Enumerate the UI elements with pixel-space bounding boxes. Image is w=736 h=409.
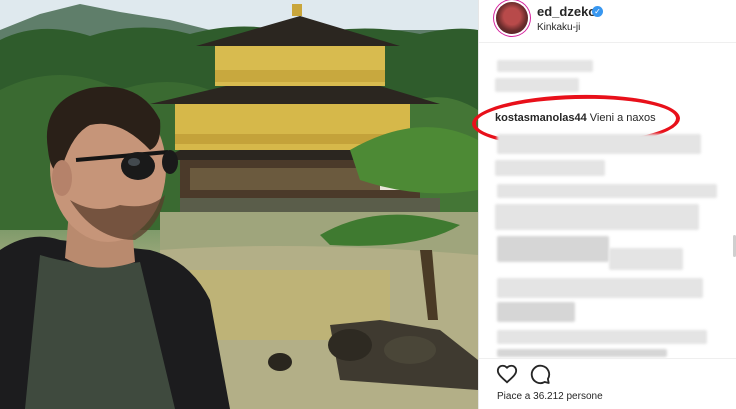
post-header: ed_dzeko ✓ Kinkaku-ji (479, 0, 736, 44)
blurred-comment (495, 160, 605, 176)
blurred-comment (609, 248, 683, 270)
blurred-comment (497, 302, 575, 322)
blurred-comment (497, 60, 593, 72)
comment-bubble-icon[interactable] (529, 363, 551, 385)
avatar[interactable] (496, 2, 528, 34)
comments-panel: ed_dzeko ✓ Kinkaku-ji kostasmanolas44 Vi… (471, 0, 736, 409)
blurred-comment (497, 330, 707, 344)
header-divider (479, 42, 736, 43)
blurred-comment (497, 236, 609, 262)
post-username[interactable]: ed_dzeko (537, 4, 596, 19)
likes-count[interactable]: Piace a 36.212 persone (497, 391, 603, 402)
heart-icon[interactable] (496, 363, 518, 385)
blurred-comment (497, 278, 703, 298)
post-actions (479, 358, 736, 389)
blurred-comment (495, 204, 699, 230)
blurred-comment (497, 349, 667, 357)
verified-badge-icon: ✓ (592, 6, 603, 17)
post-photo (0, 0, 478, 409)
blurred-comment (495, 78, 579, 92)
post-photo-drawing (0, 0, 478, 409)
blurred-comment (497, 134, 701, 154)
post-location[interactable]: Kinkaku-ji (537, 22, 580, 33)
blurred-comment (497, 184, 717, 198)
